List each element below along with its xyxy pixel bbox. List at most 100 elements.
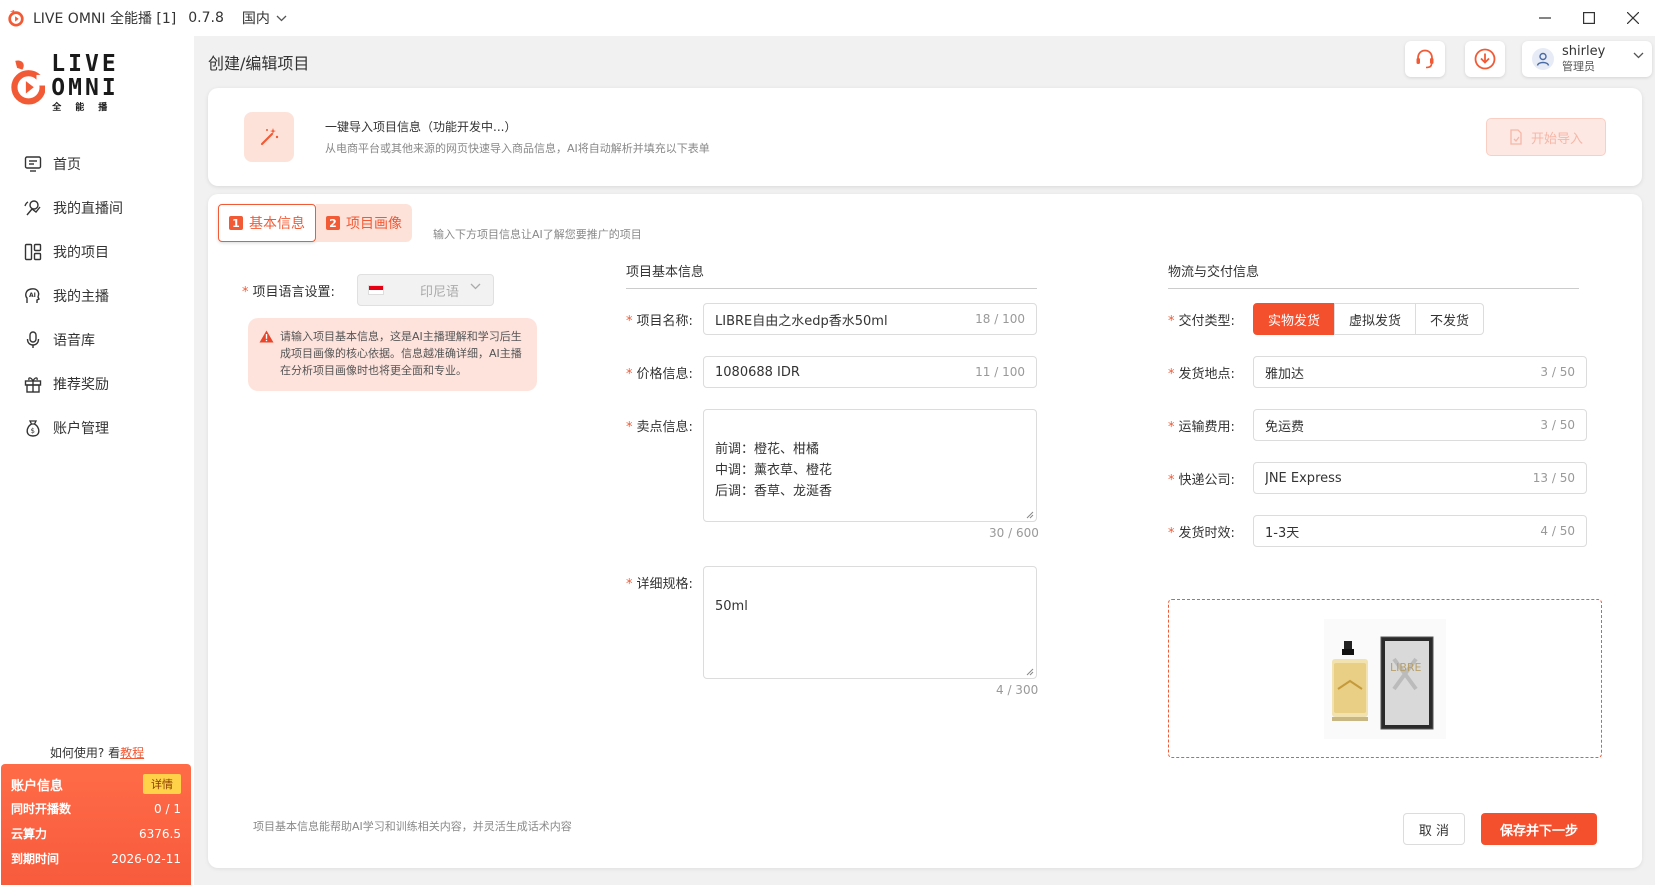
grid-icon bbox=[24, 243, 42, 261]
cancel-button[interactable]: 取 消 bbox=[1403, 813, 1465, 845]
gift-icon bbox=[24, 377, 42, 393]
selling-points-label: * 卖点信息: bbox=[626, 420, 693, 435]
sidebar-item-home[interactable]: 首页 bbox=[0, 142, 194, 186]
save-next-button[interactable]: 保存并下一步 bbox=[1481, 813, 1597, 845]
sidebar-item-rewards[interactable]: 推荐奖励 bbox=[0, 362, 194, 406]
account-detail-button[interactable]: 详情 bbox=[143, 774, 181, 794]
minimize-button[interactable] bbox=[1523, 0, 1567, 36]
start-import-button[interactable]: 开始导入 bbox=[1486, 118, 1606, 156]
sidebar-item-voice-library[interactable]: 语音库 bbox=[0, 318, 194, 362]
ai-host-icon: AI bbox=[25, 288, 40, 303]
tab-number: 2 bbox=[326, 216, 340, 230]
product-image-upload[interactable]: LIBRE bbox=[1168, 599, 1602, 758]
sidebar-item-live-rooms[interactable]: 我的直播间 bbox=[0, 186, 194, 230]
sidebar: LIVE OMNI 全能播 首页 我的直播间 我的项目 AI 我的主播 语音库 … bbox=[0, 36, 194, 885]
import-file-icon bbox=[1510, 129, 1522, 145]
tab-basic-info[interactable]: 1 基本信息 bbox=[218, 204, 316, 242]
app-logo-icon bbox=[8, 9, 24, 27]
close-button[interactable] bbox=[1611, 0, 1655, 36]
brand-logo[interactable]: LIVE OMNI 全能播 bbox=[10, 50, 185, 113]
basic-section-title: 项目基本信息 bbox=[626, 265, 705, 280]
start-import-label: 开始导入 bbox=[1530, 131, 1583, 147]
project-name-value: LIBRE自由之水edp香水50ml bbox=[715, 313, 888, 329]
money-bag-icon: $ bbox=[26, 420, 40, 437]
svg-text:$: $ bbox=[31, 427, 35, 435]
spec-label: * 详细规格: bbox=[626, 577, 693, 592]
title-bar: LIVE OMNI 全能播 [1] 0.7.8 国内 bbox=[0, 0, 1655, 36]
delivery-option-physical[interactable]: 实物发货 bbox=[1253, 303, 1336, 335]
project-form-card: 1 基本信息 2 项目画像 输入下方项目信息让AI了解您要推广的项目 * 项目语言… bbox=[208, 194, 1642, 868]
region-label: 国内 bbox=[241, 11, 270, 27]
logo-mark-icon bbox=[11, 60, 46, 105]
shipping-fee-value: 免运费 bbox=[1265, 419, 1305, 435]
sidebar-item-account[interactable]: $ 账户管理 bbox=[0, 406, 194, 450]
help-line: 如何使用? 看教程 bbox=[0, 744, 194, 761]
region-select[interactable]: 国内 bbox=[242, 8, 287, 28]
logo-text: LIVE OMNI bbox=[51, 50, 119, 101]
sidebar-item-hosts[interactable]: AI 我的主播 bbox=[0, 274, 194, 318]
account-row: 到期时间 2026-02-11 bbox=[11, 846, 181, 871]
user-menu[interactable]: shirley 管理员 bbox=[1522, 41, 1652, 77]
warning-icon bbox=[259, 330, 274, 343]
spec-textarea[interactable]: 50ml bbox=[703, 566, 1037, 679]
user-name: shirley bbox=[1562, 44, 1606, 59]
section-divider bbox=[1168, 288, 1579, 289]
ship-from-label: * 发货地点: bbox=[1168, 367, 1235, 382]
support-button[interactable] bbox=[1405, 41, 1445, 77]
price-value: 1080688 IDR bbox=[715, 364, 800, 380]
account-row-label: 到期时间 bbox=[11, 852, 60, 866]
svg-text:AI: AI bbox=[29, 292, 36, 299]
product-image: LIBRE bbox=[1324, 618, 1446, 739]
sidebar-item-label: 我的直播间 bbox=[53, 201, 123, 217]
project-name-input[interactable]: LIBRE自由之水edp香水50ml 18 / 100 bbox=[703, 303, 1037, 335]
resize-grip-icon[interactable] bbox=[1026, 511, 1034, 519]
app-title: LIVE OMNI 全能播 [1] bbox=[33, 11, 177, 27]
app-version: 0.7.8 bbox=[188, 10, 224, 26]
page-header: 创建/编辑项目 shirley 管理员 bbox=[194, 36, 1655, 84]
delivery-time-input[interactable]: 1-3天 4 / 50 bbox=[1253, 515, 1587, 547]
language-select[interactable]: 印尼语 bbox=[357, 274, 494, 306]
char-count: 30 / 600 bbox=[989, 526, 1039, 540]
shipping-fee-input[interactable]: 免运费 3 / 50 bbox=[1253, 409, 1587, 441]
account-info-card: 账户信息 详情 同时开播数 0 / 1 云算力 6376.5 到期时间 2026… bbox=[1, 764, 191, 885]
sidebar-item-label: 首页 bbox=[53, 157, 81, 173]
tutorial-link[interactable]: 教程 bbox=[120, 746, 144, 760]
account-row-label: 同时开播数 bbox=[11, 802, 72, 816]
delivery-option-none[interactable]: 不发货 bbox=[1415, 303, 1485, 335]
ship-from-input[interactable]: 雅加达 3 / 50 bbox=[1253, 356, 1587, 388]
svg-text:LIBRE: LIBRE bbox=[1390, 661, 1422, 674]
magic-wand-icon bbox=[244, 112, 294, 162]
avatar bbox=[1532, 48, 1554, 70]
selling-points-value: 前调：橙花、柑橘 中调：薰衣草、橙花 后调：香草、龙涎香 bbox=[715, 442, 833, 499]
price-label: * 价格信息: bbox=[626, 367, 693, 382]
courier-label: * 快递公司: bbox=[1168, 473, 1235, 488]
account-row-label: 云算力 bbox=[11, 827, 48, 841]
selling-points-textarea[interactable]: 前调：橙花、柑橘 中调：薰衣草、橙花 后调：香草、龙涎香 bbox=[703, 409, 1037, 522]
account-row-value: 2026-02-11 bbox=[111, 851, 181, 866]
form-tabs: 1 基本信息 2 项目画像 bbox=[218, 204, 412, 242]
courier-input[interactable]: JNE Express 13 / 50 bbox=[1253, 462, 1587, 494]
chevron-down-icon bbox=[276, 15, 287, 21]
page-title: 创建/编辑项目 bbox=[208, 54, 310, 73]
download-button[interactable] bbox=[1465, 41, 1505, 77]
price-input[interactable]: 1080688 IDR 11 / 100 bbox=[703, 356, 1037, 388]
resize-grip-icon[interactable] bbox=[1026, 668, 1034, 676]
tab-number: 1 bbox=[229, 216, 243, 230]
delivery-option-virtual[interactable]: 虚拟发货 bbox=[1334, 303, 1417, 335]
shipping-fee-label: * 运输费用: bbox=[1168, 420, 1235, 435]
download-icon bbox=[1474, 48, 1496, 70]
logistics-section-title: 物流与交付信息 bbox=[1168, 265, 1260, 280]
project-name-label: * 项目名称: bbox=[626, 314, 693, 329]
sidebar-item-projects[interactable]: 我的项目 bbox=[0, 230, 194, 274]
sidebar-item-label: 我的主播 bbox=[53, 289, 109, 305]
char-count: 4 / 50 bbox=[1540, 524, 1575, 538]
indonesia-flag-icon bbox=[368, 285, 384, 295]
char-count: 4 / 300 bbox=[996, 683, 1039, 697]
account-row-value: 0 / 1 bbox=[154, 801, 181, 816]
info-warning: 请输入项目基本信息，这是AI主播理解和学习后生成项目画像的核心依据。信息越准确详… bbox=[248, 318, 537, 391]
maximize-button[interactable] bbox=[1567, 0, 1611, 36]
sidebar-item-label: 我的项目 bbox=[53, 245, 109, 261]
microphone-icon bbox=[26, 331, 40, 348]
char-count: 18 / 100 bbox=[975, 312, 1025, 326]
tab-project-profile[interactable]: 2 项目画像 bbox=[316, 204, 412, 242]
